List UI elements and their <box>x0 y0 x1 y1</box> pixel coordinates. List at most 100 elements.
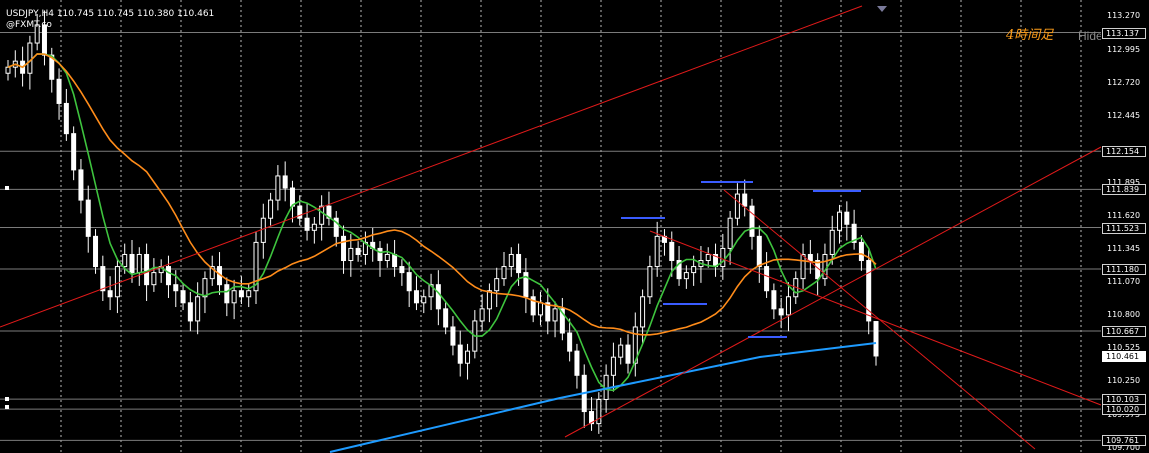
price-tick-label: 112.720 <box>1107 77 1141 87</box>
price-chart[interactable] <box>0 0 1149 453</box>
candle-body <box>837 211 843 231</box>
price-tick-label: 111.620 <box>1107 210 1141 220</box>
candle-body <box>654 235 660 268</box>
chart-shift-marker-icon[interactable] <box>877 6 887 12</box>
candle-body <box>5 66 11 74</box>
candle-body <box>173 284 179 292</box>
candle-body <box>260 217 266 243</box>
candle-body <box>275 175 281 201</box>
candle-body <box>734 193 740 219</box>
candle-body <box>443 308 449 328</box>
candle-body <box>377 247 383 262</box>
candle-body <box>450 326 456 346</box>
candle-body <box>289 187 295 207</box>
candle-body <box>56 78 62 104</box>
price-tick-label: 110.250 <box>1107 376 1141 386</box>
candle-body <box>311 223 317 231</box>
candle-body <box>78 169 84 201</box>
candle-body <box>771 290 777 310</box>
candle-body <box>807 253 813 262</box>
candle-body <box>319 205 325 225</box>
candle-body <box>399 266 405 274</box>
price-tick-label: 111.345 <box>1107 244 1141 254</box>
candle-body <box>107 290 113 298</box>
level-price-tag: 111.523 <box>1102 222 1146 234</box>
candle-body <box>756 235 762 268</box>
candle-body <box>151 272 157 286</box>
ma-long-line <box>329 342 877 453</box>
candle-body <box>457 344 463 364</box>
trendline <box>649 230 1102 406</box>
symbol-info: USDJPY,H4 110.745 110.745 110.380 110.46… <box>6 9 214 31</box>
candle-body <box>800 253 806 280</box>
chart-window[interactable]: USDJPY,H4 110.745 110.745 110.380 110.46… <box>0 0 1149 453</box>
candle-body <box>246 290 252 298</box>
candle-body <box>144 253 150 286</box>
current-price-tag: 110.461 <box>1102 350 1146 362</box>
candle-body <box>574 350 580 376</box>
level-price-tag: 111.839 <box>1102 184 1146 196</box>
price-tick-label: 110.800 <box>1107 309 1141 319</box>
candle-body <box>122 253 128 268</box>
candle-body <box>749 205 755 237</box>
candle-body <box>268 199 274 219</box>
candle-body <box>567 332 573 352</box>
timeframe-watermark: 4時间足 <box>1006 28 1054 43</box>
level-price-tag: 113.137 <box>1102 27 1146 39</box>
candle-body <box>100 266 106 292</box>
candle-body <box>691 266 697 274</box>
candle-body <box>165 266 171 286</box>
candle-body <box>494 278 500 292</box>
candle-body <box>421 296 427 304</box>
candle-body <box>669 241 675 262</box>
candle-body <box>742 193 748 207</box>
candle-body <box>282 175 288 189</box>
level-price-tag: 110.667 <box>1102 325 1146 337</box>
candle-body <box>413 290 419 304</box>
candle-body <box>858 241 864 262</box>
candle-body <box>764 266 770 292</box>
candle-body <box>479 308 485 322</box>
candle-body <box>486 290 492 310</box>
price-tick-label: 113.270 <box>1107 11 1141 21</box>
price-tick-label: 112.445 <box>1107 111 1141 121</box>
candle-body <box>355 247 361 255</box>
candle-body <box>341 235 347 262</box>
candle-body <box>93 235 99 268</box>
candle-body <box>63 102 69 135</box>
ma-short-line <box>7 53 877 392</box>
candle-body <box>195 296 201 322</box>
candle-body <box>873 321 879 357</box>
source-label: @FXMT.co <box>6 20 52 30</box>
line-anchor-marker <box>5 397 9 401</box>
candle-body <box>27 42 33 74</box>
level-price-tag: 112.154 <box>1102 146 1146 158</box>
candle-body <box>552 308 558 322</box>
candle-body <box>727 217 733 249</box>
candle-body <box>231 290 237 304</box>
candle-body <box>114 266 120 298</box>
hide-button[interactable]: Hide <box>1078 29 1103 43</box>
candle-body <box>304 217 310 231</box>
candle-body <box>537 302 543 316</box>
level-price-tag: 111.180 <box>1102 263 1146 275</box>
candle-body <box>508 253 514 268</box>
candle-body <box>829 229 835 255</box>
candle-body <box>406 272 412 292</box>
candle-body <box>238 290 244 298</box>
candle-body <box>71 133 77 171</box>
candle-body <box>129 253 135 274</box>
level-price-tag: 110.020 <box>1102 404 1146 416</box>
candle-body <box>384 253 390 262</box>
candle-body <box>720 247 726 268</box>
trendline <box>723 189 1036 450</box>
candle-body <box>136 253 142 274</box>
level-price-tag: 109.761 <box>1102 435 1146 447</box>
price-tick-label: 112.995 <box>1107 44 1141 54</box>
candle-body <box>785 296 791 316</box>
candle-body <box>705 253 711 262</box>
candle-body <box>516 253 522 274</box>
candle-body <box>85 199 91 237</box>
candle-body <box>435 284 441 310</box>
candle-body <box>640 296 646 328</box>
